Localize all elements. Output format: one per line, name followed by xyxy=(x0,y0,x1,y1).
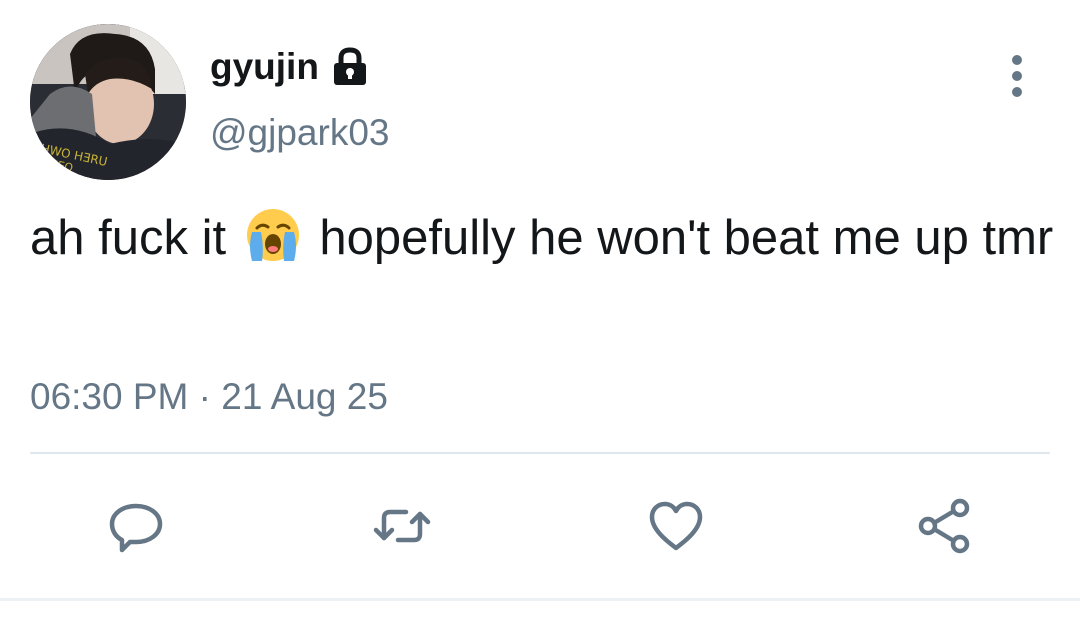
retweet-icon xyxy=(373,509,431,543)
like-button[interactable] xyxy=(646,496,706,556)
display-name-row: gyujin xyxy=(210,42,371,92)
share-button[interactable] xyxy=(914,496,974,556)
loudly-crying-face-emoji xyxy=(244,206,302,264)
user-handle[interactable]: @gjpark03 xyxy=(210,108,390,158)
retweet-button[interactable] xyxy=(372,496,432,556)
display-name[interactable]: gyujin xyxy=(210,42,319,92)
avatar[interactable]: HWO HƎRU SEO xyxy=(30,24,186,180)
lock-icon xyxy=(329,46,371,88)
avatar-image: HWO HƎRU SEO xyxy=(30,24,186,180)
tweet-text: ah fuck it hopefully he won't beat me up… xyxy=(30,206,1060,270)
bottom-divider xyxy=(0,598,1080,601)
tweet-text-part-2: hopefully he won't beat me up tmr xyxy=(305,211,1054,265)
share-icon xyxy=(918,498,970,554)
more-options-icon[interactable] xyxy=(1004,54,1030,98)
like-icon xyxy=(649,501,703,551)
reply-button[interactable] xyxy=(106,496,166,556)
tweet-text-part-1: ah fuck it xyxy=(30,211,240,265)
divider xyxy=(30,452,1050,454)
reply-icon xyxy=(109,503,163,553)
tweet-timestamp[interactable]: 06:30 PM · 21 Aug 25 xyxy=(30,372,388,422)
